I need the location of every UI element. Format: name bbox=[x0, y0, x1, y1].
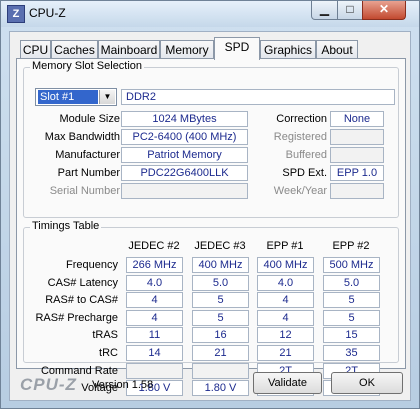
cpu-z-window: Z CPU-Z ▁ □ ✕ CPU Caches Mainboard Memor… bbox=[0, 0, 420, 409]
timings-column-header: JEDEC #2 bbox=[128, 240, 180, 252]
timing-value-cell: 4.0 bbox=[126, 274, 183, 291]
tab-cpu[interactable]: CPU bbox=[20, 40, 51, 59]
slot-select-value: Slot #1 bbox=[38, 90, 98, 104]
tab-caches[interactable]: Caches bbox=[51, 40, 98, 59]
timing-value-cell: 1.80 V bbox=[192, 380, 249, 397]
timing-value-cell: 5 bbox=[323, 309, 380, 326]
app-icon: Z bbox=[7, 5, 25, 23]
timing-row-label: tRC bbox=[99, 347, 118, 359]
timing-value-cell: 14 bbox=[126, 345, 183, 361]
correction-label: Correction bbox=[276, 113, 327, 125]
timing-value-cell: 5 bbox=[323, 292, 380, 309]
timings-group: Timings Table JEDEC #2 JEDEC #3 EPP #1 E… bbox=[23, 220, 399, 397]
validate-button[interactable]: Validate bbox=[253, 372, 322, 394]
timings-group-label: Timings Table bbox=[30, 220, 102, 232]
serial-number-label: Serial Number bbox=[49, 185, 120, 197]
timing-value-cell: 16 bbox=[192, 327, 249, 344]
spd-ext-value: EPP 1.0 bbox=[330, 165, 384, 181]
close-button[interactable]: ✕ bbox=[362, 1, 406, 20]
timing-value-cell: 4 bbox=[257, 292, 314, 309]
chevron-down-icon[interactable]: ▼ bbox=[99, 90, 115, 104]
timing-row-label: RAS# Precharge bbox=[35, 311, 118, 324]
tab-graphics[interactable]: Graphics bbox=[260, 40, 316, 59]
tab-mainboard[interactable]: Mainboard bbox=[98, 40, 160, 59]
timing-value-cell: 4 bbox=[257, 309, 314, 326]
registered-value bbox=[330, 129, 384, 145]
serial-number-value bbox=[121, 183, 248, 199]
correction-value: None bbox=[330, 111, 384, 127]
timing-value-cell: 400 MHz bbox=[257, 257, 314, 273]
window-title: CPU-Z bbox=[29, 6, 66, 20]
maximize-button[interactable]: □ bbox=[337, 1, 363, 20]
timing-value-cell: 21 bbox=[192, 345, 249, 361]
timing-value-cell bbox=[192, 362, 249, 379]
manufacturer-value: Patriot Memory bbox=[121, 147, 248, 163]
registered-label: Registered bbox=[273, 131, 327, 143]
title-bar[interactable]: Z CPU-Z ▁ □ ✕ bbox=[1, 1, 419, 27]
timing-value-cell: 11 bbox=[126, 327, 183, 344]
timing-value-cell: 4 bbox=[126, 292, 183, 309]
timing-value-cell: 266 MHz bbox=[126, 257, 183, 273]
buffered-label: Buffered bbox=[285, 149, 327, 161]
module-size-value: 1024 MBytes bbox=[121, 111, 248, 127]
timing-value-cell: 21 bbox=[257, 345, 314, 361]
timing-row-label: tRAS bbox=[92, 329, 118, 342]
week-year-label: Week/Year bbox=[273, 185, 327, 197]
max-bandwidth-value: PC2-6400 (400 MHz) bbox=[121, 129, 248, 145]
buffered-value bbox=[330, 147, 384, 163]
timing-value-cell: 5.0 bbox=[323, 274, 380, 291]
week-year-value bbox=[330, 183, 384, 199]
timings-column-header: EPP #2 bbox=[332, 240, 370, 252]
timing-value-cell: 12 bbox=[257, 327, 314, 344]
manufacturer-label: Manufacturer bbox=[55, 149, 120, 161]
ok-button[interactable]: OK bbox=[331, 372, 403, 394]
timing-value-cell: 4 bbox=[126, 309, 183, 326]
part-number-value: PDC22G6400LLK bbox=[121, 165, 248, 181]
timing-value-cell: 5.0 bbox=[192, 274, 249, 291]
timing-row-label: CAS# Latency bbox=[47, 276, 118, 289]
minimize-button[interactable]: ▁ bbox=[311, 1, 338, 20]
max-bandwidth-label: Max Bandwidth bbox=[44, 131, 120, 143]
part-number-label: Part Number bbox=[57, 167, 120, 179]
cpu-z-logo: CPU-Z bbox=[20, 375, 77, 394]
timings-column-header: JEDEC #3 bbox=[194, 240, 246, 252]
timing-value-cell: 5 bbox=[192, 309, 249, 326]
memory-type-field: DDR2 bbox=[121, 89, 395, 105]
tab-about[interactable]: About bbox=[316, 40, 358, 59]
slot-select[interactable]: Slot #1 ▼ bbox=[35, 88, 117, 106]
module-size-label: Module Size bbox=[59, 113, 120, 125]
tab-spd[interactable]: SPD bbox=[214, 37, 260, 60]
tab-memory[interactable]: Memory bbox=[160, 40, 214, 59]
spd-ext-label: SPD Ext. bbox=[282, 167, 327, 179]
timing-value-cell: 500 MHz bbox=[323, 257, 380, 273]
timing-value-cell: 4.0 bbox=[257, 274, 314, 291]
timings-column-header: EPP #1 bbox=[266, 240, 304, 252]
timing-row-label: Frequency bbox=[66, 259, 118, 271]
timing-value-cell: 5 bbox=[192, 292, 249, 309]
memory-slot-group-label: Memory Slot Selection bbox=[30, 60, 145, 72]
timing-row-label: RAS# to CAS# bbox=[45, 294, 118, 307]
timing-value-cell bbox=[126, 362, 183, 379]
timing-value-cell: 35 bbox=[323, 345, 380, 361]
spd-panel: Memory Slot Selection Slot #1 ▼ DDR2 Mod… bbox=[16, 58, 406, 397]
version-label: Version 1.58 bbox=[92, 379, 154, 391]
memory-slot-group: Memory Slot Selection Slot #1 ▼ DDR2 Mod… bbox=[23, 60, 399, 218]
client-area: CPU Caches Mainboard Memory SPD Graphics… bbox=[9, 31, 411, 401]
timing-value-cell: 15 bbox=[323, 327, 380, 344]
timing-value-cell: 400 MHz bbox=[192, 257, 249, 273]
